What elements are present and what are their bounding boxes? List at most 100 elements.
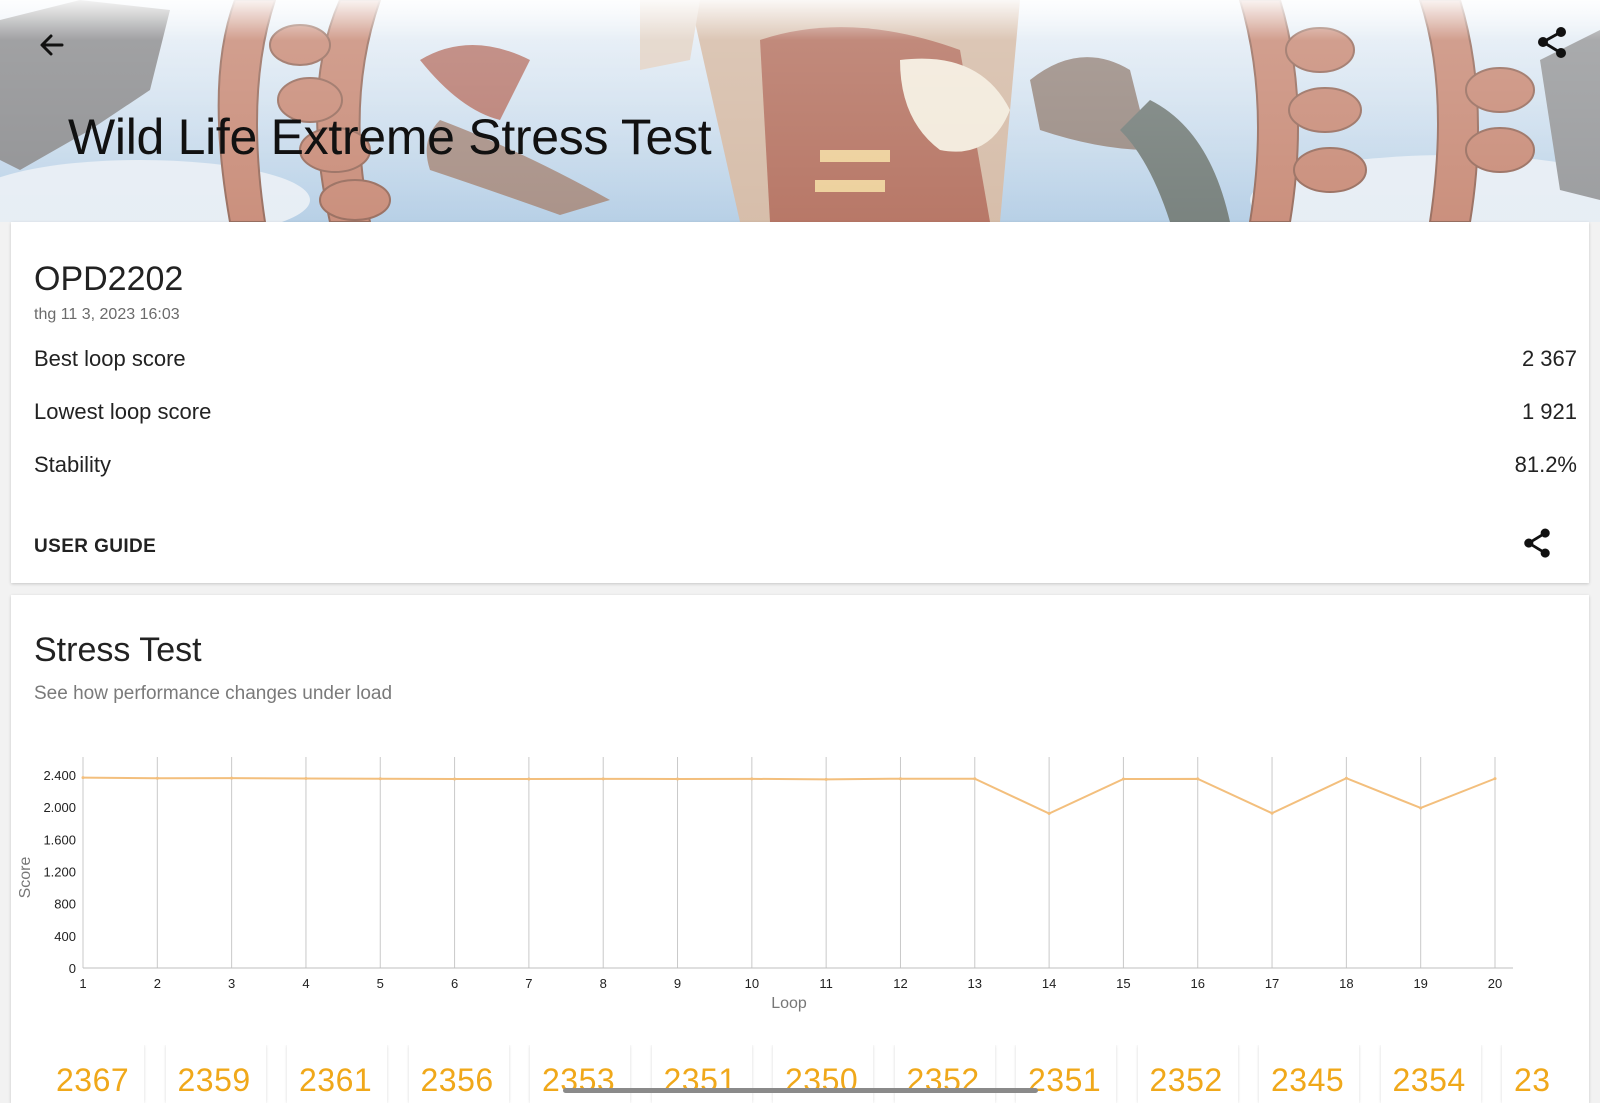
- metric-label: Best loop score: [34, 346, 186, 371]
- x-tick-label: 16: [1191, 976, 1205, 991]
- y-tick-label: 1.600: [43, 832, 76, 847]
- loop-score-strip[interactable]: 2367 2359 2361 2356 2353 2351 2350 2352 2351 2352…: [44, 1045, 1589, 1103]
- back-button[interactable]: [30, 24, 74, 68]
- score-series-line: [82, 776, 1496, 815]
- data-point-loop-6: [453, 777, 457, 781]
- data-point-loop-14: [1047, 812, 1051, 816]
- data-point-loop-10: [750, 777, 754, 781]
- share-icon: [1538, 27, 1566, 58]
- data-point-loop-13: [973, 777, 977, 781]
- loop-score-value: 2345: [1271, 1062, 1345, 1098]
- result-card: OPD2202 thg 11 3, 2023 16:03 Best loop s…: [11, 222, 1589, 583]
- header-banner: Wild Life Extreme Stress Test: [0, 0, 1600, 222]
- x-tick-label: 20: [1488, 976, 1502, 991]
- chart-gridlines: [82, 757, 1496, 968]
- data-point-loop-4: [304, 777, 308, 781]
- x-tick-label: 13: [968, 976, 982, 991]
- loop-score-value: 2350: [785, 1062, 859, 1098]
- loop-score-cell[interactable]: 2352: [1137, 1045, 1238, 1103]
- x-tick-label: 17: [1265, 976, 1279, 991]
- loop-score-cell[interactable]: 2367: [44, 1045, 144, 1103]
- metric-stability: Stability 81.2%: [34, 452, 1577, 482]
- loop-score-cell[interactable]: 23: [1502, 1045, 1589, 1103]
- loop-score-cell[interactable]: 2345: [1259, 1045, 1359, 1103]
- data-point-loop-3: [230, 776, 234, 780]
- x-tick-label: 8: [600, 976, 607, 991]
- run-date: thg 11 3, 2023 16:03: [34, 306, 180, 323]
- x-tick-label: 10: [745, 976, 759, 991]
- user-guide-button[interactable]: USER GUIDE: [34, 536, 156, 558]
- y-tick-label: 800: [54, 897, 76, 912]
- stress-line-chart: 04008001.2001.6002.0002.400 1 2 3 4 5 6 7 8 9 10 1…: [17, 757, 1513, 1012]
- loop-score-cell[interactable]: 2351: [651, 1045, 752, 1103]
- loop-score-value: 2351: [663, 1062, 737, 1098]
- share-button-result[interactable]: [1517, 524, 1557, 564]
- loop-score-value: 2361: [299, 1062, 373, 1098]
- loop-score-cell[interactable]: 2359: [165, 1045, 266, 1103]
- loop-score-cell[interactable]: 2361: [287, 1045, 387, 1103]
- arrow-left-icon: [40, 34, 64, 56]
- x-tick-label: 18: [1339, 976, 1353, 991]
- data-point-loop-18: [1344, 776, 1348, 780]
- data-point-loop-5: [378, 777, 382, 781]
- y-tick-label: 0: [69, 961, 76, 976]
- loop-score-value: 2353: [542, 1062, 616, 1098]
- x-tick-label: 1: [79, 976, 86, 991]
- data-point-loop-19: [1419, 806, 1423, 810]
- loop-score-cell[interactable]: 2352: [894, 1045, 995, 1103]
- metric-label: Stability: [34, 452, 112, 477]
- loop-score-value: 23: [1514, 1062, 1551, 1098]
- x-tick-label: 14: [1042, 976, 1056, 991]
- y-tick-label: 2.400: [43, 768, 76, 783]
- metric-value: 1 921: [1521, 399, 1577, 424]
- data-point-loop-8: [601, 777, 605, 781]
- data-point-loop-1: [81, 776, 85, 780]
- data-point-loop-2: [155, 776, 159, 780]
- y-axis-title: Score: [17, 857, 34, 899]
- x-tick-label: 11: [819, 976, 833, 991]
- data-point-loop-11: [824, 777, 828, 781]
- loop-score-value: 2352: [906, 1062, 980, 1098]
- loop-score-value: 2351: [1028, 1062, 1102, 1098]
- loop-score-cell[interactable]: 2350: [773, 1045, 873, 1103]
- share-button-header[interactable]: [1530, 22, 1574, 66]
- data-point-loop-16: [1196, 777, 1200, 781]
- page-title: Wild Life Extreme Stress Test: [68, 109, 712, 165]
- x-tick-label: 4: [302, 976, 309, 991]
- metric-best-loop-score: Best loop score 2 367: [34, 346, 1577, 376]
- loop-score-cell[interactable]: 2353: [530, 1045, 630, 1103]
- section-title: Stress Test: [34, 631, 202, 669]
- gesture-home-bar[interactable]: [563, 1088, 1038, 1093]
- y-tick-label: 2.000: [43, 800, 76, 815]
- loop-score-cell[interactable]: 2351: [1016, 1045, 1116, 1103]
- x-tick-label: 9: [674, 976, 681, 991]
- x-tick-label: 5: [377, 976, 384, 991]
- metric-value: 2 367: [1521, 346, 1577, 371]
- data-point-loop-20: [1493, 777, 1497, 781]
- data-point-loop-9: [676, 777, 680, 781]
- x-tick-label: 3: [228, 976, 235, 991]
- section-subtitle: See how performance changes under load: [34, 683, 393, 704]
- loop-score-value: 2359: [177, 1062, 251, 1098]
- x-tick-label: 12: [893, 976, 907, 991]
- x-tick-label: 2: [154, 976, 161, 991]
- metric-label: Lowest loop score: [34, 399, 212, 424]
- x-axis-ticks: 1 2 3 4 5 6 7 8 9 10 11 12 13 14 15 16 17 18 19 20: [79, 976, 1502, 991]
- x-tick-label: 19: [1413, 976, 1427, 991]
- loop-score-cell[interactable]: 2354: [1380, 1045, 1481, 1103]
- data-point-loop-12: [898, 777, 902, 781]
- data-point-loop-15: [1121, 777, 1125, 781]
- x-tick-label: 7: [525, 976, 532, 991]
- metric-value: 81.2%: [1514, 452, 1577, 477]
- y-tick-label: 400: [54, 929, 76, 944]
- data-point-loop-17: [1270, 811, 1274, 815]
- loop-score-value: 2352: [1149, 1062, 1223, 1098]
- x-tick-label: 6: [451, 976, 458, 991]
- share-icon: [1524, 528, 1550, 558]
- metric-lowest-loop-score: Lowest loop score 1 921: [34, 399, 1577, 429]
- x-tick-label: 15: [1116, 976, 1130, 991]
- loop-score-value: 2354: [1392, 1062, 1466, 1098]
- y-tick-label: 1.200: [43, 865, 76, 880]
- loop-score-cell[interactable]: 2356: [408, 1045, 509, 1103]
- score-points: [81, 776, 1497, 816]
